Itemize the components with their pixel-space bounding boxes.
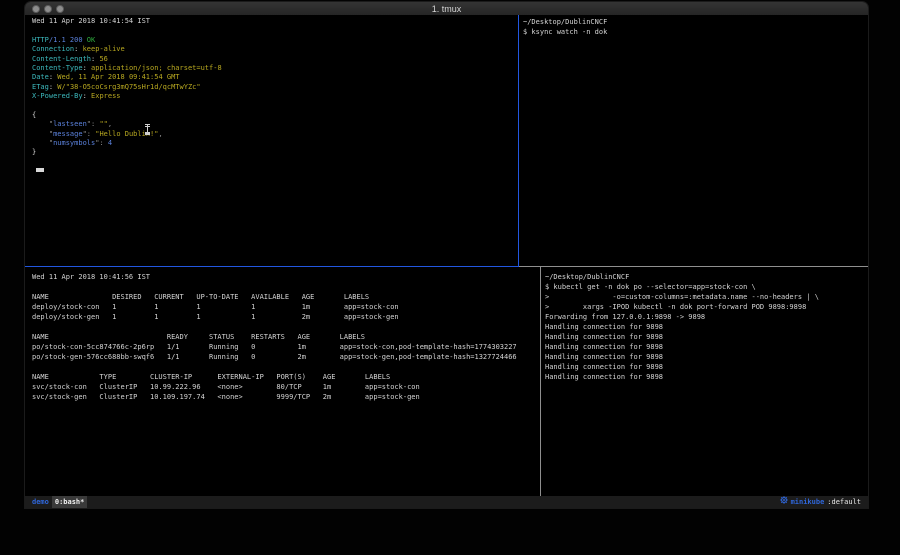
pane-divider-horizontal-left[interactable] [25,266,519,267]
kubernetes-helm-icon [780,496,788,508]
terminal-line: Wed 11 Apr 2018 10:41:56 IST [32,272,540,282]
terminal-line: Handling connection for 9898 [545,342,868,352]
terminal-line: po/stock-con-5cc874766c-2p6rp 1/1 Runnin… [32,342,540,352]
terminal-line: Handling connection for 9898 [545,322,868,332]
tmux-window-tab[interactable]: 0:bash* [52,496,88,508]
terminal-line: deploy/stock-gen 1 1 1 1 2m app=stock-ge… [32,312,540,322]
terminal-line: "message": "Hello Dublin!", [32,130,517,139]
terminal-line [32,26,517,35]
tmux-session-name: demo [32,496,49,508]
kube-namespace: :default [827,496,861,508]
window-title: 1. tmux [25,4,868,14]
pane-port-forward[interactable]: ~/Desktop/DublinCNCF$ kubectl get -n dok… [545,272,868,496]
terminal-line [32,362,540,372]
desktop-background: 1. tmux Wed 11 Apr 2018 10:41:54 IST HTT… [0,0,900,555]
terminal-line: Content-Type: application/json; charset=… [32,64,517,73]
terminal-window: 1. tmux Wed 11 Apr 2018 10:41:54 IST HTT… [25,2,868,508]
terminal-line: > -o=custom-columns=:metadata.name --no-… [545,292,868,302]
terminal-line: > xargs -IPOD kubectl -n dok port-forwar… [545,302,868,312]
terminal-line: { [32,111,517,120]
mouse-ibeam-cursor [145,124,150,134]
terminal-line: Forwarding from 127.0.0.1:9898 -> 9898 [545,312,868,322]
kube-context: minikube [791,496,825,508]
terminal-line: Handling connection for 9898 [545,372,868,382]
terminal-line: X-Powered-By: Express [32,92,517,101]
terminal-line: Handling connection for 9898 [545,332,868,342]
terminal-line: Date: Wed, 11 Apr 2018 09:41:54 GMT [32,73,517,82]
terminal-line: svc/stock-con ClusterIP 10.99.222.96 <no… [32,382,540,392]
terminal-line: Content-Length: 56 [32,55,517,64]
minimize-window-icon[interactable] [44,5,52,13]
terminal-line: Handling connection for 9898 [545,352,868,362]
terminal-line: po/stock-gen-576cc688bb-swqf6 1/1 Runnin… [32,352,540,362]
terminal-line: NAME READY STATUS RESTARTS AGE LABELS [32,332,540,342]
zoom-window-icon[interactable] [56,5,64,13]
terminal-line: } [32,148,517,157]
terminal-line: svc/stock-gen ClusterIP 10.109.197.74 <n… [32,392,540,402]
terminal-line: "numsymbols": 4 [32,139,517,148]
terminal-line: $ ksync watch -n dok [523,27,868,37]
pane-ksync-watch[interactable]: ~/Desktop/DublinCNCF$ ksync watch -n dok [523,17,868,266]
terminal-line: ~/Desktop/DublinCNCF [523,17,868,27]
terminal-line: NAME TYPE CLUSTER-IP EXTERNAL-IP PORT(S)… [32,372,540,382]
close-window-icon[interactable] [32,5,40,13]
terminal-line: deploy/stock-con 1 1 1 1 1m app=stock-co… [32,302,540,312]
terminal-line: "lastseen": "", [32,120,517,129]
terminal-cursor [36,168,44,172]
pane-divider-vertical-bottom[interactable] [540,267,541,496]
traffic-lights [32,2,64,15]
terminal-line [32,322,540,332]
window-titlebar[interactable]: 1. tmux [25,2,868,15]
pane-http-response[interactable]: Wed 11 Apr 2018 10:41:54 IST HTTP/1.1 20… [32,17,517,266]
tmux-status-bar: demo 0:bash* minikube :default [25,496,868,508]
terminal-line: Handling connection for 9898 [545,362,868,372]
pane-divider-horizontal-right[interactable] [519,266,868,267]
terminal-line: ~/Desktop/DublinCNCF [545,272,868,282]
pane-divider-vertical-top[interactable] [518,15,519,267]
terminal-line: HTTP/1.1 200 OK [32,36,517,45]
terminal-line: Wed 11 Apr 2018 10:41:54 IST [32,17,517,26]
terminal-line: NAME DESIRED CURRENT UP-TO-DATE AVAILABL… [32,292,540,302]
pane-kubectl-resources[interactable]: Wed 11 Apr 2018 10:41:56 IST NAME DESIRE… [32,272,540,496]
terminal-line: Connection: keep-alive [32,45,517,54]
terminal-line [32,102,517,111]
terminal-line: $ kubectl get -n dok po --selector=app=s… [545,282,868,292]
terminal-line: ETag: W/"38-O5coCsrg3mQ75sHr1d/qcMTwYZc" [32,83,517,92]
terminal-line [32,282,540,292]
